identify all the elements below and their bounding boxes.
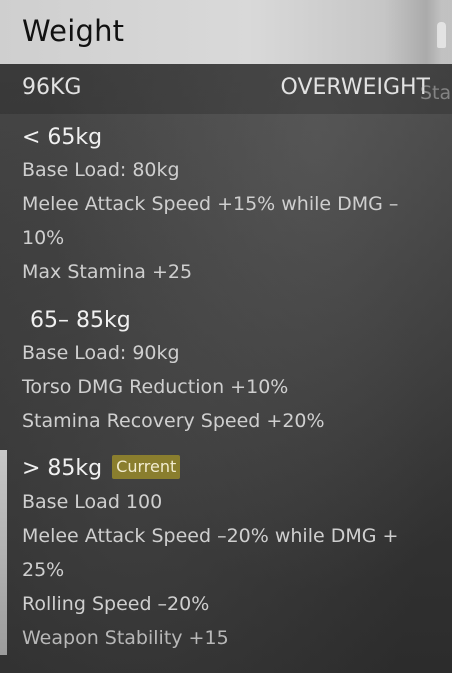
tier-effect: Stamina Recovery Speed +20%	[22, 410, 325, 432]
tier-effect: Torso DMG Reduction +10%	[22, 376, 289, 398]
tier-effect: Rolling Speed –20%	[22, 593, 210, 615]
tier-65-85kg[interactable]: 65– 85kg Base Load: 90kg Torso DMG Reduc…	[0, 303, 452, 439]
tier-effect: 25%	[22, 559, 65, 581]
tier-effect: Weapon Stability +15	[22, 627, 229, 649]
tier-over-85kg[interactable]: > 85kg Current Base Load 100 Melee Attack…	[0, 450, 452, 655]
current-weight: 96KG	[22, 75, 82, 100]
tier-title: > 85kg	[22, 456, 103, 481]
weight-status-label: OVERWEIGHT	[280, 75, 430, 100]
tier-title: 65– 85kg	[30, 308, 131, 333]
character-silhouette-icon	[426, 0, 452, 64]
clipped-status-text: Sta	[420, 82, 452, 104]
tier-effect: 10%	[22, 227, 65, 249]
tier-under-65kg[interactable]: < 65kg Base Load: 80kg Melee Attack Spee…	[0, 120, 452, 290]
tier-effect: Melee Attack Speed +15% while DMG –	[22, 193, 399, 215]
tier-title-row: > 85kg Current	[22, 455, 181, 481]
panel-title: Weight	[22, 14, 125, 48]
tier-effect: Base Load: 90kg	[22, 342, 180, 364]
tier-effect: Base Load: 80kg	[22, 159, 180, 181]
tier-effect: Base Load 100	[22, 491, 163, 513]
current-badge: Current	[112, 455, 181, 479]
tier-effect: Melee Attack Speed –20% while DMG +	[22, 525, 399, 547]
tier-title: < 65kg	[22, 125, 103, 150]
panel-header: Weight	[0, 0, 452, 64]
tier-effect: Max Stamina +25	[22, 261, 193, 283]
